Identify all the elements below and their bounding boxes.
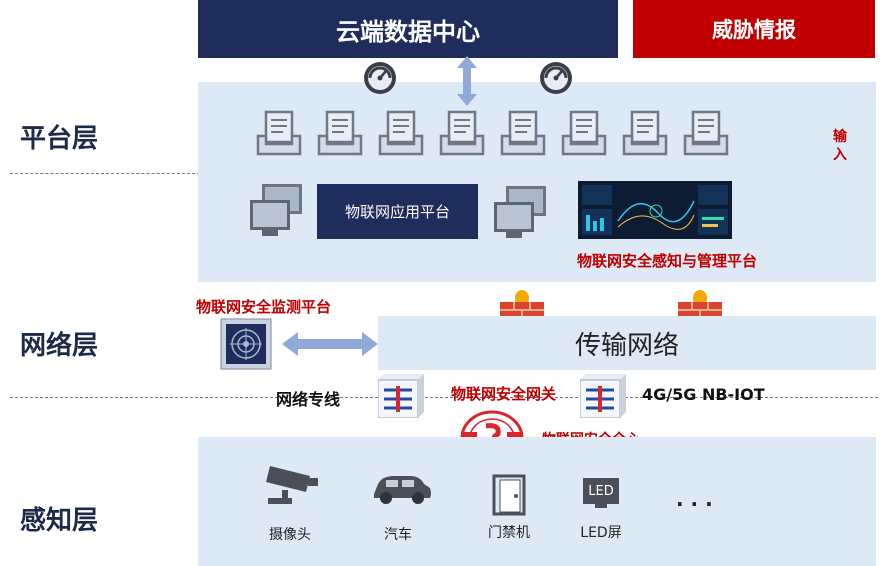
vertical-double-arrow-icon (457, 56, 477, 106)
door-icon (492, 474, 526, 516)
dedicated-line-label: 网络专线 (276, 390, 341, 409)
layer-label-platform: 平台层 (20, 124, 99, 154)
layer-label-perception: 感知层 (20, 506, 99, 536)
computer-icon (250, 184, 302, 236)
led-screen-icon: LED (583, 478, 619, 504)
security-gateway-label: 物联网安全网关 (451, 385, 557, 403)
horizontal-double-arrow-icon (282, 332, 378, 356)
computer-icon (494, 186, 546, 238)
threat-intel-box: 威胁情报 (633, 0, 875, 58)
iot-security-platform-label: 物联网安全感知与管理平台 (577, 252, 758, 270)
gauge-icon (364, 62, 396, 94)
separator-top (10, 173, 200, 174)
server-icon (378, 110, 424, 156)
device-label-access-control: 门禁机 (488, 525, 530, 541)
car-icon (374, 476, 431, 504)
device-label-car: 汽车 (384, 527, 412, 543)
server-icon (317, 110, 363, 156)
monitoring-device-icon (220, 318, 272, 370)
more-devices-ellipsis: · · · (676, 492, 713, 516)
transport-network-label: 传输网络 (574, 330, 679, 361)
device-label-camera: 摄像头 (269, 527, 311, 543)
server-icon (683, 110, 729, 156)
camera-icon (266, 466, 318, 504)
iot-app-platform-box: 物联网应用平台 (317, 184, 478, 239)
monitoring-platform-label: 物联网安全监测平台 (196, 298, 332, 316)
security-gateway-icon (580, 374, 626, 418)
layer-label-network: 网络层 (20, 331, 99, 361)
server-icon (439, 110, 485, 156)
server-icon (622, 110, 668, 156)
server-icon (500, 110, 546, 156)
device-label-led-screen: LED屏 (580, 525, 622, 541)
security-dashboard-thumbnail (578, 181, 732, 239)
cloud-data-center-box: 云端数据中心 (198, 0, 618, 58)
gauge-icon (540, 62, 572, 94)
server-icon (561, 110, 607, 156)
security-gateway-icon (378, 374, 424, 418)
server-icon-row (256, 110, 736, 160)
server-icon (256, 110, 302, 156)
led-stand-icon (595, 504, 607, 508)
input-label: 输入 (833, 129, 847, 163)
mobile-networks-label: 4G/5G NB-IOT (642, 385, 765, 404)
